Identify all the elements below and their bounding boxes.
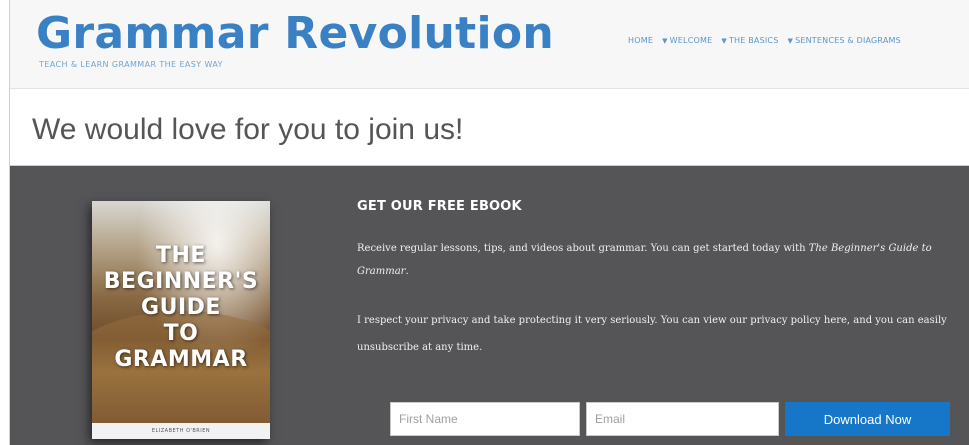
- first-name-input[interactable]: [390, 402, 580, 436]
- ebook-heading: GET OUR FREE EBOOK: [357, 199, 522, 214]
- ebook-signup-panel: THE BEGINNER'S GUIDE TO GRAMMAR ELIZABET…: [10, 166, 969, 445]
- ebook-cover-title: THE BEGINNER'S GUIDE TO GRAMMAR: [92, 243, 270, 373]
- site-header: Grammar Revolution TEACH & LEARN GRAMMAR…: [10, 0, 969, 89]
- main-nav: HOME ▼ WELCOME ▼ THE BASICS ▼ SENTENCES …: [628, 36, 901, 45]
- cover-author: ELIZABETH O'BRIEN: [151, 428, 211, 434]
- cover-author-band: ELIZABETH O'BRIEN: [92, 423, 270, 439]
- ebook-description: Receive regular lessons, tips, and video…: [357, 237, 962, 283]
- nav-item-label: WELCOME: [669, 36, 713, 45]
- ebook-cover-image: THE BEGINNER'S GUIDE TO GRAMMAR ELIZABET…: [92, 201, 270, 439]
- page-frame: Grammar Revolution TEACH & LEARN GRAMMAR…: [9, 0, 969, 445]
- site-logo-title[interactable]: Grammar Revolution: [36, 10, 554, 58]
- cover-title-line: BEGINNER'S: [103, 269, 259, 294]
- nav-item-sentences-diagrams[interactable]: ▼ SENTENCES & DIAGRAMS: [788, 36, 901, 45]
- site-tagline: TEACH & LEARN GRAMMAR THE EASY WAY: [39, 60, 223, 69]
- description-text: Receive regular lessons, tips, and video…: [357, 243, 809, 254]
- nav-item-label: HOME: [628, 36, 654, 45]
- description-text: .: [405, 266, 409, 277]
- nav-item-label: SENTENCES & DIAGRAMS: [795, 36, 901, 45]
- email-input[interactable]: [586, 402, 779, 436]
- nav-item-home[interactable]: HOME: [628, 36, 653, 45]
- cover-title-line: GUIDE: [141, 295, 221, 320]
- nav-item-label: THE BASICS: [728, 36, 779, 45]
- caret-down-icon: ▼: [662, 36, 668, 45]
- join-heading: We would love for you to join us!: [32, 113, 464, 146]
- nav-item-the-basics[interactable]: ▼ THE BASICS: [721, 36, 778, 45]
- download-now-button[interactable]: Download Now: [785, 402, 950, 436]
- cover-title-line: THE: [156, 243, 206, 268]
- caret-down-icon: ▼: [787, 36, 794, 45]
- nav-item-welcome[interactable]: ▼ WELCOME: [662, 36, 712, 45]
- cover-title-line: TO: [163, 321, 199, 346]
- privacy-note: I respect your privacy and take protecti…: [357, 315, 947, 353]
- caret-down-icon: ▼: [721, 36, 727, 45]
- cover-title-line: GRAMMAR: [114, 347, 248, 372]
